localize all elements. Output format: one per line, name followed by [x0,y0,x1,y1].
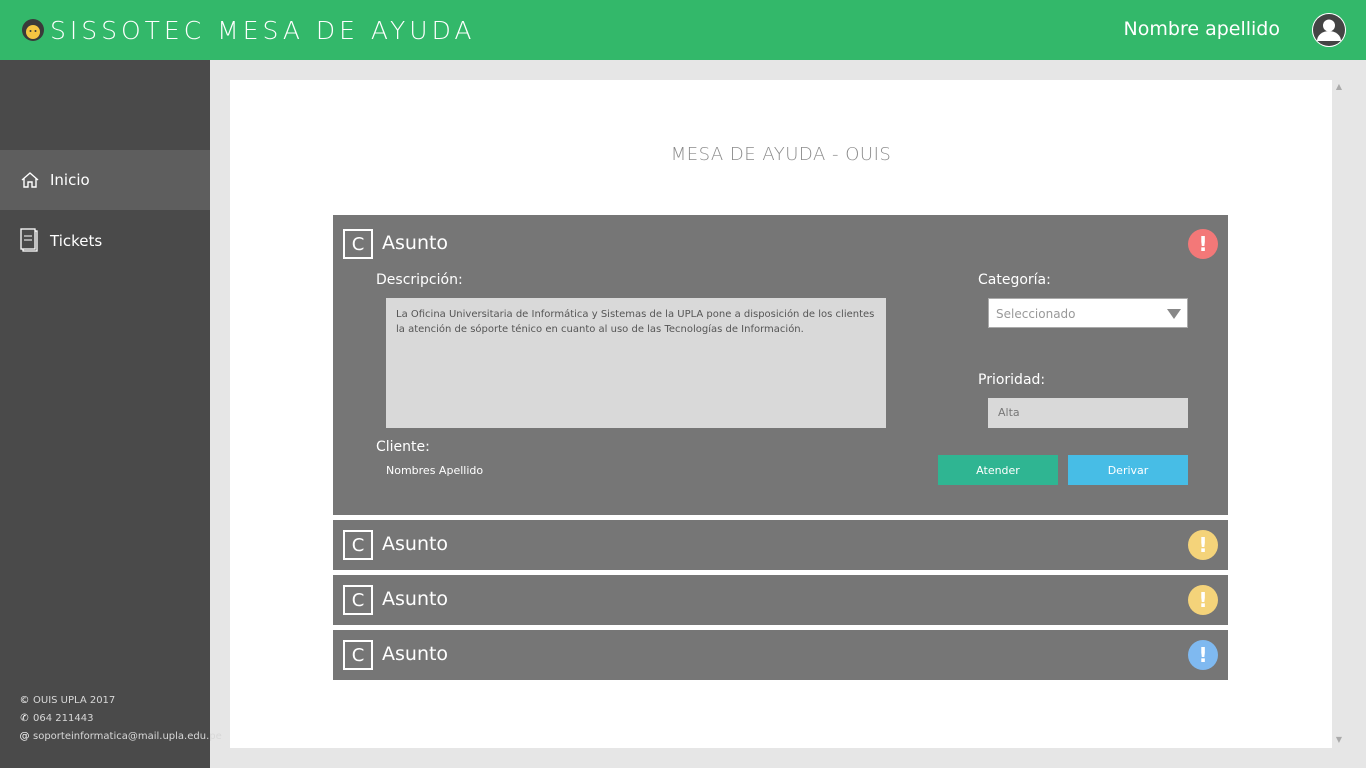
user-avatar-icon[interactable] [1312,13,1346,47]
phone-text: 064 211443 [33,713,94,724]
client-value: Nombres Apellido [386,464,484,477]
ticket-subject[interactable]: Asunto [382,643,448,665]
ticket-card[interactable]: C Asunto ! [333,630,1228,680]
ticket-card[interactable]: C Asunto ! [333,520,1228,570]
derive-button[interactable]: Derivar [1068,455,1188,485]
scroll-down-icon[interactable]: ▼ [1334,735,1344,745]
ticket-badge: C [343,640,373,670]
ticket-badge: C [343,585,373,615]
ticket-card[interactable]: C Asunto ! [333,575,1228,625]
priority-alert-icon: ! [1188,229,1218,259]
attend-button[interactable]: Atender [938,455,1058,485]
sidebar-item-label: Tickets [50,232,103,250]
support-agent-logo-icon [22,19,44,41]
client-label: Cliente: [376,439,430,455]
home-icon [19,169,41,191]
app-title: SISSOTEC MESA DE AYUDA [50,15,476,45]
sidebar-footer: © OUIS UPLA 2017 ✆ 064 211443 @ soporteinfo… [19,692,222,746]
sidebar-item-label: Inicio [50,171,90,189]
chevron-down-icon [1167,309,1181,319]
description-label: Descripción: [376,272,463,288]
scroll-up-icon[interactable]: ▲ [1334,82,1344,92]
priority-label: Prioridad: [978,372,1046,388]
priority-alert-icon: ! [1188,585,1218,615]
ticket-badge: C [343,229,373,259]
email-link[interactable]: soporteinformatica@mail.upla.edu.pe [33,728,222,746]
ticket-subject[interactable]: Asunto [382,533,448,555]
category-select[interactable]: Seleccionado [988,298,1188,328]
ticket-subject[interactable]: Asunto [382,232,448,254]
page-title: MESA DE AYUDA - OUIS [670,144,892,165]
category-selected-value: Seleccionado [996,307,1076,321]
priority-alert-icon: ! [1188,640,1218,670]
scrollbar[interactable] [1332,80,1346,748]
sidebar-item-inicio[interactable]: Inicio [0,150,210,210]
at-icon: @ [19,731,30,742]
ticket-subject[interactable]: Asunto [382,588,448,610]
sidebar: Inicio Tickets © OUIS UPLA 2017 ✆ 064 2114… [0,60,222,768]
ticket-badge: C [343,530,373,560]
copyright-text: OUIS UPLA 2017 [33,695,116,706]
description-text: La Oficina Universitaria de Informática … [386,298,886,428]
tickets-icon [19,228,41,252]
copyright-icon: © [19,695,30,706]
category-label: Categoría: [978,272,1051,288]
brand: SISSOTEC MESA DE AYUDA [20,14,476,46]
sidebar-item-tickets[interactable]: Tickets [0,211,210,271]
ticket-card-expanded[interactable]: C Asunto ! Descripción: La Oficina Unive… [333,215,1228,515]
top-bar: SISSOTEC MESA DE AYUDA Nombre apellido [0,0,1366,60]
priority-field: Alta [988,398,1188,428]
priority-alert-icon: ! [1188,530,1218,560]
user-name[interactable]: Nombre apellido [1124,18,1280,40]
phone-icon: ✆ [20,713,29,724]
